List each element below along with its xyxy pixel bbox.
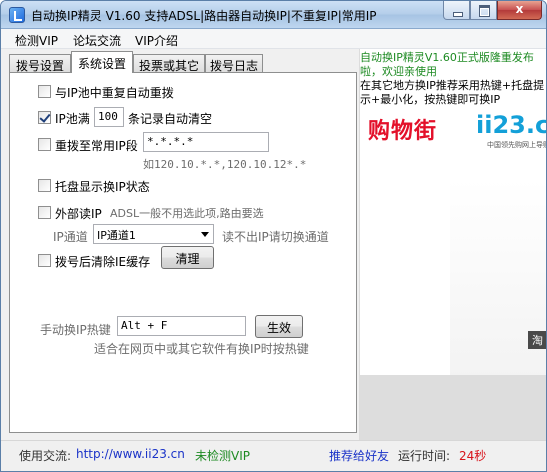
hotkey-input[interactable]: Alt + F: [117, 316, 246, 336]
pool-clear-checkbox[interactable]: [38, 111, 51, 124]
pool-size-input[interactable]: 100: [94, 107, 124, 127]
ad-footer-area: [360, 375, 546, 440]
common-ip-hint: 如120.10.*.*,120.10.12*.*: [143, 158, 307, 171]
system-settings-panel: 与IP池中重复自动重拨 IP池满 100 条记录自动清空 重拨至常用IP段 *.…: [9, 72, 357, 433]
news-announcement: 自动换IP精灵V1.60正式版隆重发布啦，欢迎亲使用: [360, 51, 534, 78]
tab-system-settings[interactable]: 系统设置: [71, 51, 133, 73]
ip-channel-value: IP通道1: [97, 229, 136, 242]
menu-bar: 检测VIP 论坛交流 VIP介绍: [1, 29, 546, 49]
hotkey-hint: 适合在网页中或其它软件有换IP时按热键: [94, 342, 309, 356]
minimize-button[interactable]: [443, 1, 470, 20]
title-bar[interactable]: 自动换IP精灵 V1.60 支持ADSL|路由器自动换IP|不重复IP|常用IP…: [1, 1, 546, 29]
menu-check-vip[interactable]: 检测VIP: [15, 32, 58, 49]
recommend-link[interactable]: 推荐给好友: [329, 447, 389, 464]
runtime-label: 运行时间:: [398, 449, 451, 463]
news-ad-pane: 自动换IP精灵V1.60正式版隆重发布啦，欢迎亲使用 在其它地方换IP推荐采用热…: [359, 49, 546, 440]
tab-vote-other[interactable]: 投票或其它: [133, 54, 205, 73]
redial-common-ip-checkbox[interactable]: [38, 138, 51, 151]
vip-status: 未检测VIP: [195, 449, 250, 463]
maximize-button[interactable]: [470, 1, 497, 20]
taobao-icon[interactable]: 淘: [528, 331, 546, 349]
runtime-value: 24秒: [459, 449, 487, 463]
pool-label-pre: IP池满: [55, 112, 90, 126]
tray-status-label: 托盘显示换IP状态: [55, 180, 150, 194]
repeat-redial-checkbox[interactable]: [38, 85, 51, 98]
window-controls: x: [443, 1, 542, 21]
external-ip-checkbox[interactable]: [38, 206, 51, 219]
contact-label: 使用交流:: [19, 449, 72, 463]
redial-common-ip-label: 重拨至常用IP段: [55, 139, 138, 153]
ad-banner[interactable]: 购物街 ii23.com 中国领先购网上导购: [360, 109, 546, 154]
ad-brand-sub: 中国领先购网上导购: [487, 141, 546, 149]
common-ip-input[interactable]: *.*.*.*: [143, 132, 269, 152]
ip-channel-select[interactable]: IP通道1: [93, 224, 214, 244]
news-tip: 在其它地方换IP推荐采用热键+托盘提示+最小化，按热键即可换IP: [360, 79, 545, 106]
menu-vip-intro[interactable]: VIP介绍: [135, 32, 178, 49]
ad-brand-site: ii23.com: [476, 111, 546, 139]
tab-dial-log[interactable]: 拨号日志: [205, 54, 263, 73]
external-ip-hint: ADSL一般不用选此项,路由要选: [110, 207, 264, 220]
contact-link[interactable]: http://www.ii23.cn: [76, 447, 185, 461]
ad-brand-cn: 购物街: [368, 119, 438, 144]
hotkey-label: 手动换IP热键: [40, 323, 111, 337]
repeat-redial-label: 与IP池中重复自动重拨: [55, 86, 174, 100]
status-bar: 使用交流: http://www.ii23.cn 未检测VIP 推荐给好友 运行…: [1, 440, 546, 471]
clear-ie-cache-label: 拨号后清除IE缓存: [55, 255, 151, 269]
apply-hotkey-button[interactable]: 生效: [255, 315, 303, 338]
close-icon: x: [515, 2, 524, 16]
window-title: 自动换IP精灵 V1.60 支持ADSL|路由器自动换IP|不重复IP|常用IP: [31, 9, 377, 23]
ip-channel-hint: 读不出IP请切换通道: [222, 230, 329, 244]
clear-ie-cache-checkbox[interactable]: [38, 254, 51, 267]
ip-channel-label: IP通道: [53, 230, 88, 244]
tray-status-checkbox[interactable]: [38, 179, 51, 192]
clear-cache-button[interactable]: 清理: [161, 246, 214, 269]
ad-image: [450, 179, 546, 379]
app-icon: [9, 7, 25, 23]
menu-forum[interactable]: 论坛交流: [73, 32, 121, 49]
tab-dial-settings[interactable]: 拨号设置: [9, 54, 71, 73]
pool-label-post: 条记录自动清空: [128, 112, 213, 126]
chevron-down-icon: [201, 232, 209, 237]
external-ip-label: 外部读IP: [55, 207, 102, 221]
app-window: 自动换IP精灵 V1.60 支持ADSL|路由器自动换IP|不重复IP|常用IP…: [0, 0, 547, 472]
close-button[interactable]: x: [497, 1, 542, 20]
